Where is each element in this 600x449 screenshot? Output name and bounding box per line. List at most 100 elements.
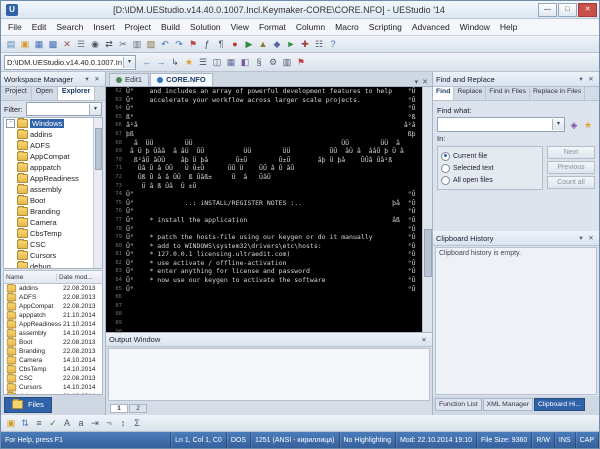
file-row[interactable]: ADFS22.08.2013 xyxy=(4,293,102,302)
lowercase-icon[interactable]: a xyxy=(74,416,88,430)
chevron-down-icon[interactable]: ▾ xyxy=(552,119,564,130)
tree-item-addins[interactable]: addins xyxy=(4,129,102,140)
file-row[interactable]: assembly14.10.2014 xyxy=(4,329,102,338)
menu-help[interactable]: Help xyxy=(495,21,522,33)
collapse-icon[interactable]: - xyxy=(6,119,15,128)
tree-scrollbar[interactable] xyxy=(93,118,102,268)
previous-button[interactable]: Previous xyxy=(547,161,595,174)
file-row[interactable]: Camera14.10.2014 xyxy=(4,356,102,365)
scrollbar-thumb[interactable] xyxy=(95,128,102,170)
scrollbar-thumb[interactable] xyxy=(424,229,432,277)
menu-window[interactable]: Window xyxy=(455,21,495,33)
menu-edit[interactable]: Edit xyxy=(27,21,52,33)
tree-item-apppatch[interactable]: apppatch xyxy=(4,162,102,173)
files-tab[interactable]: Files xyxy=(4,397,52,413)
spell-check-icon[interactable]: ✓ xyxy=(46,416,60,430)
tree-item-cbstemp[interactable]: CbsTemp xyxy=(4,228,102,239)
chevron-down-icon[interactable]: ▾ xyxy=(576,75,586,83)
find-tab-find[interactable]: Find xyxy=(433,87,454,100)
tree-item-camera[interactable]: Camera xyxy=(4,217,102,228)
menu-solution[interactable]: Solution xyxy=(185,21,226,33)
close-icon[interactable]: ✕ xyxy=(419,336,429,344)
menu-scripting[interactable]: Scripting xyxy=(364,21,407,33)
dock-tab-clipboard-hi[interactable]: Clipboard Hi... xyxy=(534,398,585,411)
menu-advanced[interactable]: Advanced xyxy=(407,21,455,33)
bookmark-icon[interactable]: ⚑ xyxy=(186,37,200,51)
goto-line-icon[interactable]: ↳ xyxy=(168,55,182,69)
file-row[interactable]: addins22.08.2013 xyxy=(4,284,102,293)
find-advanced-icon[interactable]: ◈ xyxy=(567,118,581,132)
workspace-tab-open[interactable]: Open xyxy=(32,87,58,100)
count-all-button[interactable]: Count all xyxy=(547,176,595,189)
minimize-button[interactable]: — xyxy=(538,3,557,17)
find-tab-replace-in-files[interactable]: Replace in Files xyxy=(530,87,585,100)
find-scope-current-file[interactable]: Current file xyxy=(441,150,539,162)
chevron-down-icon[interactable]: ▾ xyxy=(123,57,135,68)
maximize-button[interactable]: □ xyxy=(558,3,577,17)
menu-view[interactable]: View xyxy=(226,21,254,33)
file-row[interactable]: CbsTemp14.10.2014 xyxy=(4,365,102,374)
tree-item-branding[interactable]: Branding xyxy=(4,206,102,217)
close-file-icon[interactable]: ✕ xyxy=(60,37,74,51)
open-file-icon[interactable]: ▣ xyxy=(18,37,32,51)
column-mode-icon[interactable]: ▥ xyxy=(280,55,294,69)
file-row[interactable]: Branding22.08.2013 xyxy=(4,347,102,356)
tools-icon[interactable]: ⚙ xyxy=(266,55,280,69)
file-tree-icon[interactable]: ☰ xyxy=(196,55,210,69)
menu-column[interactable]: Column xyxy=(291,21,330,33)
tree-item-adfs[interactable]: ADFS xyxy=(4,140,102,151)
tree-item-assembly[interactable]: assembly xyxy=(4,184,102,195)
cut-icon[interactable]: ✂ xyxy=(116,37,130,51)
workspace-tab-explorer[interactable]: Explorer xyxy=(58,87,95,100)
tree-item-cursors[interactable]: Cursors xyxy=(4,250,102,261)
back-icon[interactable]: ← xyxy=(140,55,154,69)
chevron-down-icon[interactable]: ▾ xyxy=(415,78,419,86)
favorites-icon[interactable]: ★ xyxy=(182,55,196,69)
output-tab-2[interactable]: 2 xyxy=(129,404,147,413)
find-scope-selected-text[interactable]: Selected text xyxy=(441,162,539,174)
tag-list-icon[interactable]: ☷ xyxy=(312,37,326,51)
column-date-modified[interactable]: Date mod... xyxy=(57,274,102,281)
find-icon[interactable]: ◉ xyxy=(88,37,102,51)
find-favorites-icon[interactable]: ★ xyxy=(581,118,595,132)
find-scope-all-open-files[interactable]: All open files xyxy=(441,174,539,186)
file-row[interactable]: AppCompat22.08.2013 xyxy=(4,302,102,311)
editor-content[interactable]: Û° and includes an array of powerful dev… xyxy=(124,87,432,332)
scripts-icon[interactable]: § xyxy=(252,55,266,69)
split-window-icon[interactable]: ◫ xyxy=(210,55,224,69)
word-wrap-icon[interactable]: ¶ xyxy=(214,37,228,51)
open-recent-icon[interactable]: ▣ xyxy=(4,416,18,430)
next-button[interactable]: Next xyxy=(547,146,595,159)
dock-tab-function-list[interactable]: Function List xyxy=(435,398,482,411)
run-icon[interactable]: ► xyxy=(284,37,298,51)
output-tab-1[interactable]: 1 xyxy=(110,404,128,413)
tree-item-csc[interactable]: CSC xyxy=(4,239,102,250)
close-icon[interactable]: ✕ xyxy=(92,75,102,83)
menu-search[interactable]: Search xyxy=(51,21,88,33)
copy-icon[interactable]: ▥ xyxy=(130,37,144,51)
close-icon[interactable]: ✕ xyxy=(586,75,596,83)
sort-icon[interactable]: ↕ xyxy=(116,416,130,430)
sum-icon[interactable]: Σ xyxy=(130,416,144,430)
chevron-down-icon[interactable]: ▾ xyxy=(576,234,586,242)
save-icon[interactable]: ▦ xyxy=(32,37,46,51)
close-icon[interactable]: ✕ xyxy=(422,78,428,86)
close-icon[interactable]: ✕ xyxy=(586,234,596,242)
ftp-icon[interactable]: ⇅ xyxy=(18,416,32,430)
macro-play-icon[interactable]: ▶ xyxy=(242,37,256,51)
build-icon[interactable]: ◆ xyxy=(270,37,284,51)
undo-icon[interactable]: ↶ xyxy=(158,37,172,51)
find-tab-find-in-files[interactable]: Find in Files xyxy=(486,87,530,100)
workspace-tab-project[interactable]: Project xyxy=(1,87,32,100)
compile-icon[interactable]: ▲ xyxy=(256,37,270,51)
tabs-to-spaces-icon[interactable]: ⇥ xyxy=(88,416,102,430)
compare-icon[interactable]: ≡ xyxy=(32,416,46,430)
print-icon[interactable]: ☰ xyxy=(74,37,88,51)
find-what-input[interactable]: ▾ xyxy=(437,117,565,132)
menu-format[interactable]: Format xyxy=(254,21,291,33)
close-button[interactable]: ✕ xyxy=(578,3,597,17)
file-row[interactable]: apppatch21.10.2014 xyxy=(4,311,102,320)
tree-item-boot[interactable]: Boot xyxy=(4,195,102,206)
debug-icon[interactable]: ✚ xyxy=(298,37,312,51)
tree-item-windows[interactable]: -Windows xyxy=(4,118,102,129)
